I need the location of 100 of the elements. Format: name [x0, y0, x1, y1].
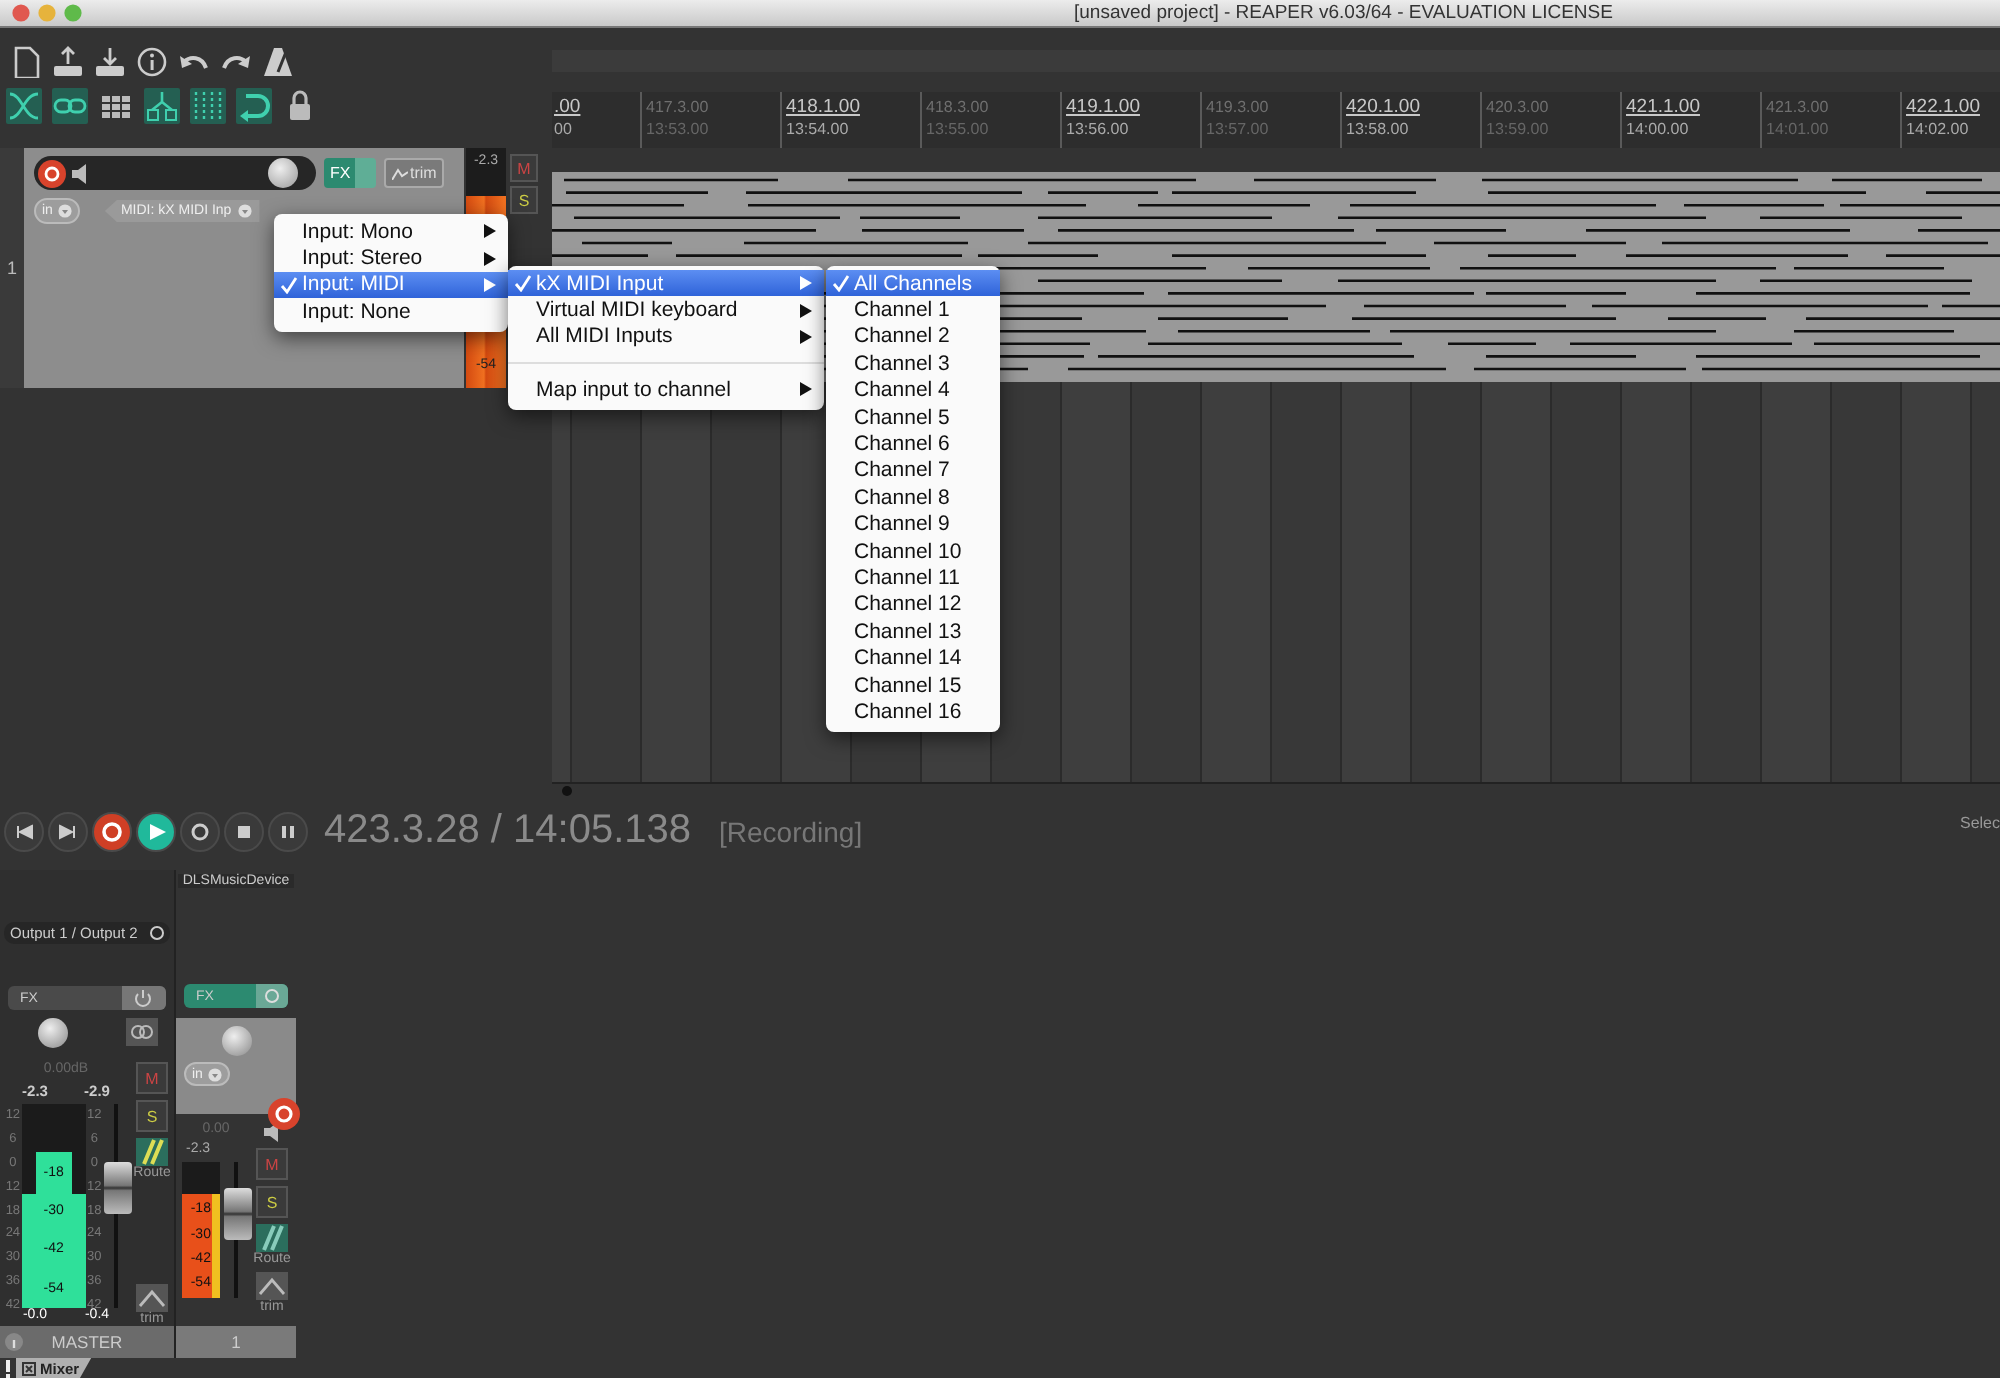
download-icon[interactable]: [94, 46, 126, 78]
volume-knob[interactable]: [268, 158, 299, 188]
new-file-icon[interactable]: [10, 46, 42, 78]
warning-icon: [4, 1359, 12, 1377]
menu-item[interactable]: Channel 13: [826, 618, 1000, 645]
skip-back-button[interactable]: [4, 811, 44, 851]
dropdown-icon: [58, 204, 73, 218]
menu-item[interactable]: Input: Stereo: [274, 244, 508, 272]
record-icon: [274, 1104, 294, 1124]
solo-button[interactable]: S: [136, 1100, 168, 1132]
solo-button[interactable]: S: [510, 186, 538, 214]
pause-button[interactable]: [268, 811, 308, 851]
menu-item[interactable]: Input: MIDI: [274, 271, 508, 299]
record-icon: [100, 819, 124, 843]
info-icon[interactable]: [4, 1332, 24, 1352]
menu-item[interactable]: Channel 8: [826, 484, 1000, 512]
menu-item[interactable]: Channel 10: [826, 537, 1000, 565]
time-label: 13:58.00: [1346, 120, 1411, 140]
pan-knob[interactable]: [38, 1017, 68, 1047]
bar-label: 421.3.00: [1766, 96, 1831, 120]
route-icon: [256, 1224, 288, 1252]
menu-item[interactable]: kX MIDI Input: [508, 270, 824, 297]
volume-fader[interactable]: [223, 1188, 252, 1241]
stereo-button[interactable]: [126, 1018, 158, 1046]
skip-forward-button[interactable]: [48, 811, 88, 851]
time-position: 423.3.28 / 14:05.138: [324, 808, 691, 854]
envelope-icon: [256, 1272, 288, 1300]
crossfade-icon[interactable]: [6, 88, 42, 124]
menu-item[interactable]: Channel 5: [826, 403, 1000, 431]
metronome-icon[interactable]: [262, 46, 294, 78]
play-icon: [144, 819, 168, 843]
menu-item[interactable]: Channel 12: [826, 591, 1000, 619]
menu-item[interactable]: Map input to channel: [508, 376, 824, 404]
time-label: 14:02.00: [1906, 120, 1971, 140]
bar-label: 422.1.00: [1906, 96, 1982, 120]
menu-item[interactable]: Input: Mono: [274, 218, 508, 245]
knob-icon: [150, 926, 164, 940]
upload-icon[interactable]: [52, 46, 84, 78]
volume-fader[interactable]: [103, 1161, 132, 1214]
time-label: 13:59.00: [1486, 120, 1551, 140]
volume-slider[interactable]: [34, 156, 316, 190]
route-icon: [136, 1138, 168, 1166]
bar-label: 419.3.00: [1206, 96, 1271, 120]
time-label: 14:00.00: [1626, 120, 1691, 140]
fx-button[interactable]: FX: [324, 158, 376, 188]
menu-item[interactable]: Channel 1: [826, 296, 1000, 324]
menu-item[interactable]: Channel 15: [826, 671, 1000, 699]
menu-item[interactable]: Input: None: [274, 298, 508, 326]
menu-item[interactable]: All Channels: [826, 270, 1000, 297]
bar-label: 419.1.00: [1066, 96, 1142, 120]
bar-label: 418.1.00: [786, 96, 862, 120]
ripple-icon[interactable]: [144, 88, 180, 124]
repeat-button[interactable]: [180, 811, 220, 851]
bar-label: 417.3.00: [646, 96, 711, 120]
bar-label: 420.1.00: [1346, 96, 1422, 120]
record-arm-button[interactable]: [268, 1098, 300, 1130]
menu-item[interactable]: Channel 14: [826, 644, 1000, 672]
info-icon[interactable]: [136, 46, 168, 78]
menu-item[interactable]: Channel 7: [826, 457, 1000, 485]
skip-forward-icon: [56, 819, 80, 843]
dropdown-icon: [208, 1067, 223, 1081]
menu-item[interactable]: Channel 11: [826, 564, 1000, 592]
window-close-button[interactable]: [12, 4, 30, 22]
menu-item[interactable]: Channel 2: [826, 323, 1000, 351]
loop-icon[interactable]: [236, 88, 272, 124]
close-icon[interactable]: [22, 1361, 36, 1375]
strip-label: MASTER: [51, 1332, 123, 1352]
menu-item[interactable]: Channel 9: [826, 511, 1000, 538]
stop-button[interactable]: [224, 811, 264, 851]
record-button[interactable]: [92, 811, 132, 851]
bar-label: 418.3.00: [926, 96, 991, 120]
menu-item[interactable]: Channel 16: [826, 698, 1000, 726]
selection-label: Selec: [1959, 814, 2000, 832]
speaker-icon: [70, 163, 90, 183]
strip-label: 1: [231, 1332, 241, 1352]
time-label: 00: [554, 120, 574, 140]
track-number: 1: [0, 148, 24, 388]
menu-item[interactable]: Channel 4: [826, 377, 1000, 404]
menu-item[interactable]: Virtual MIDI keyboard: [508, 296, 824, 324]
bar-label: .00: [554, 96, 583, 120]
link-icon[interactable]: [52, 88, 88, 124]
menu-item[interactable]: Channel 6: [826, 430, 1000, 458]
status-label: [Recording]: [719, 815, 863, 847]
time-label: 13:55.00: [926, 120, 991, 140]
menu-item[interactable]: All MIDI Inputs: [508, 323, 824, 351]
record-icon: [44, 165, 60, 181]
time-label: 13:57.00: [1206, 120, 1271, 140]
solo-button[interactable]: S: [256, 1186, 288, 1218]
repeat-icon: [188, 819, 212, 843]
dropdown-icon: [237, 204, 252, 218]
time-label: 14:01.00: [1766, 120, 1831, 140]
snap-grid-icon[interactable]: [190, 88, 226, 124]
record-arm-button[interactable]: [38, 159, 66, 187]
skip-back-icon: [12, 819, 36, 843]
menu-item[interactable]: Channel 3: [826, 350, 1000, 378]
envelope-icon: [392, 167, 408, 179]
time-label: 13:54.00: [786, 120, 851, 140]
time-label: 13:56.00: [1066, 120, 1131, 140]
envelope-icon: [136, 1284, 168, 1312]
play-button[interactable]: [136, 811, 176, 851]
